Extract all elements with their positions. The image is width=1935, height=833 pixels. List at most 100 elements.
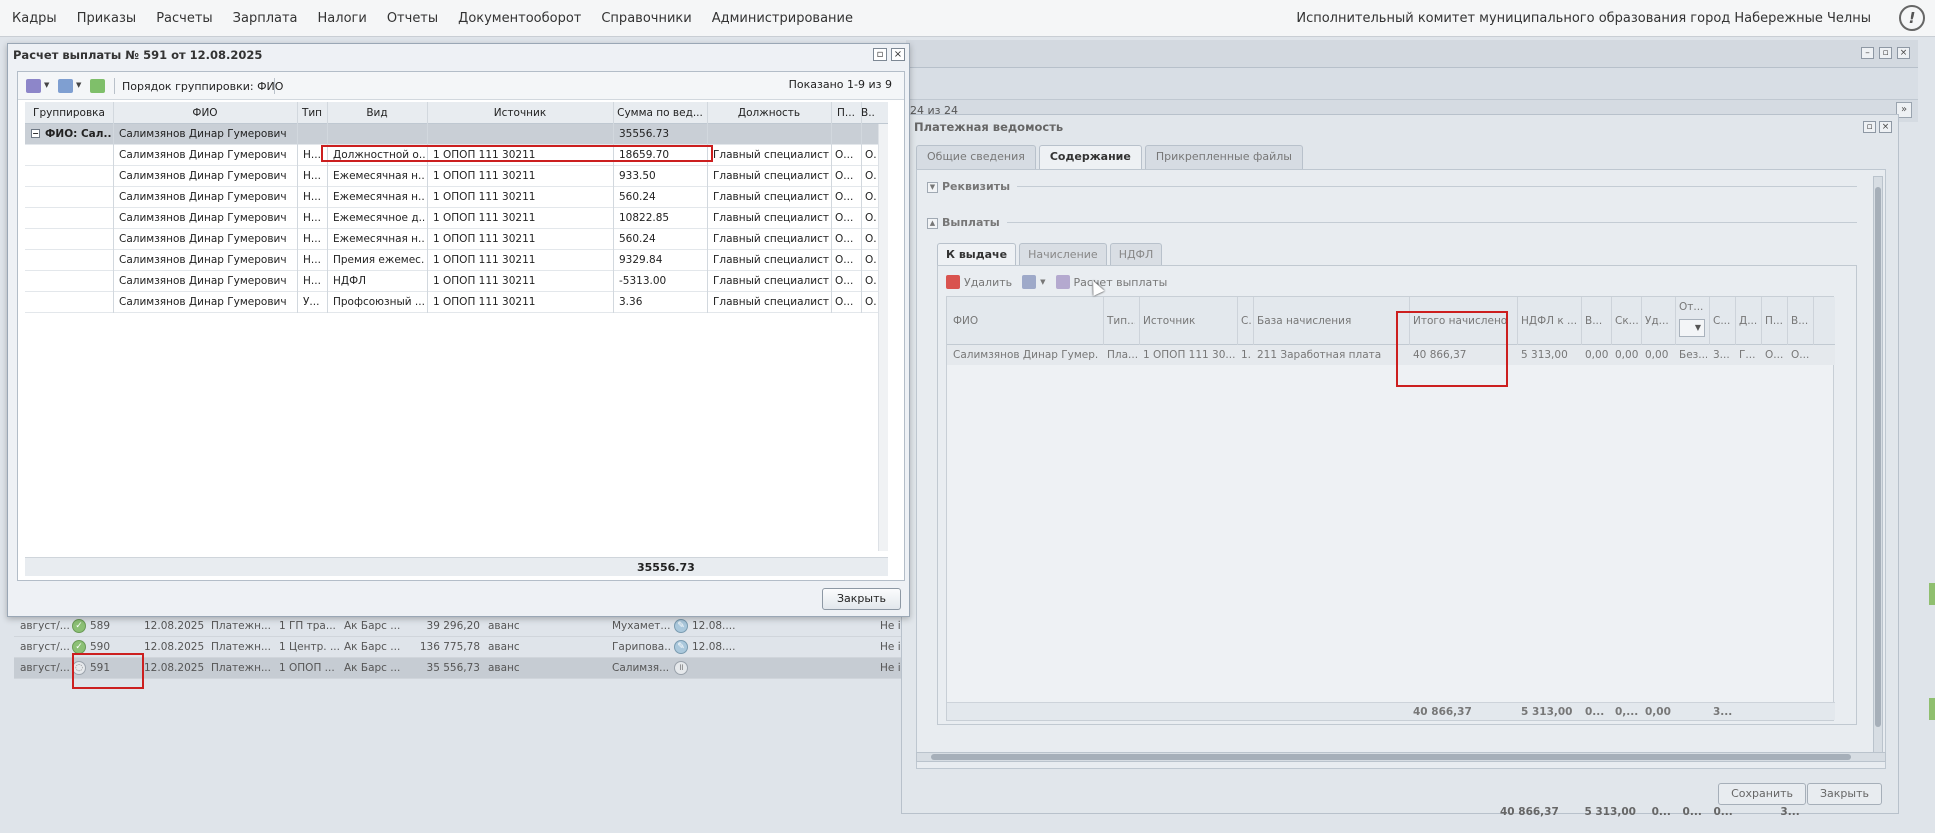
table-row[interactable]: Салимзянов Динар Гумерович Н... Ежемесяч… (25, 187, 888, 208)
refresh-icon[interactable] (90, 79, 105, 93)
tab-to-issue[interactable]: К выдаче (937, 243, 1017, 265)
gear-icon[interactable] (26, 79, 41, 93)
scrollbar-thumb[interactable] (1875, 187, 1881, 727)
close-button[interactable]: Закрыть (1807, 783, 1882, 805)
maximize-icon[interactable]: ▫ (1863, 121, 1876, 133)
divider (831, 145, 832, 166)
chevron-down-icon[interactable]: ▼ (44, 81, 49, 89)
table-row[interactable]: Салимзянов Динар Гумерович Н... Ежемесяч… (25, 208, 888, 229)
gear-icon[interactable] (1022, 275, 1037, 289)
table-row[interactable]: Салимзянов Динар Гумерович У... Профсоюз… (25, 292, 888, 313)
table-row[interactable]: Салимзянов Динар Гумер... Пла... 1 ОПОП … (947, 345, 1835, 365)
col-fio[interactable]: ФИО (113, 107, 297, 119)
menu-item-raschety[interactable]: Расчеты (156, 11, 212, 26)
tab-accrual[interactable]: Начисление (1019, 243, 1107, 265)
cell-date: 12.08.2025 (144, 641, 205, 653)
menu-item-spravochniki[interactable]: Справочники (601, 11, 691, 26)
save-button[interactable]: Сохранить (1718, 783, 1806, 805)
table-row[interactable]: август/... ✓ 589 12.08.2025 Платежн... 1… (14, 616, 906, 637)
filter-dropdown[interactable]: ▼ (1679, 319, 1705, 337)
section-requisites[interactable]: ▼ Реквизиты (927, 180, 1010, 193)
dialog-toolbar: ▼ ▼ Порядок группировки: ФИО Показано 1-… (18, 72, 904, 100)
group-row[interactable]: − ФИО: Сал... Салимзянов Динар Гумерович… (25, 124, 888, 145)
tab-ndfl[interactable]: НДФЛ (1109, 243, 1163, 265)
col-source[interactable]: Источник (1143, 315, 1233, 327)
section-payments[interactable]: ▲ Выплаты (927, 216, 1000, 229)
col-fio[interactable]: ФИО (953, 315, 1073, 327)
cell-fio: Салимзянов Динар Гумерович (119, 233, 287, 245)
sigma-icon[interactable] (1055, 275, 1070, 289)
close-icon[interactable]: × (1897, 47, 1910, 59)
col-v[interactable]: В... (861, 107, 875, 119)
tab-general[interactable]: Общие сведения (916, 145, 1036, 169)
chevron-up-icon[interactable]: ▲ (927, 217, 938, 229)
col-kind[interactable]: Вид (327, 107, 427, 119)
cell-sum: 560.24 (619, 233, 656, 245)
table-row[interactable]: Салимзянов Динар Гумерович Н... Премия е… (25, 250, 888, 271)
table-row[interactable]: Салимзянов Динар Гумерович Н... Ежемесяч… (25, 229, 888, 250)
table-row[interactable]: Салимзянов Динар Гумерович Н... Должност… (25, 145, 888, 166)
horizontal-scrollbar[interactable] (916, 752, 1886, 762)
table-row[interactable]: Салимзянов Динар Гумерович Н... Ежемесяч… (25, 166, 888, 187)
close-button[interactable]: Закрыть (822, 588, 901, 610)
col-s[interactable]: С. (1241, 315, 1251, 327)
vertical-scrollbar[interactable] (1873, 176, 1883, 756)
col-p[interactable]: П... (1765, 315, 1783, 327)
menu-item-nalogi[interactable]: Налоги (318, 11, 367, 26)
col-d[interactable]: Д... (1739, 315, 1757, 327)
minimize-icon[interactable]: – (1861, 47, 1874, 59)
chevron-down-icon[interactable]: ▼ (927, 181, 938, 193)
divider (114, 78, 115, 94)
info-icon[interactable]: ! (1899, 5, 1925, 31)
menu-item-prikazy[interactable]: Приказы (77, 11, 136, 26)
menu-item-dokumentooborot[interactable]: Документооборот (458, 11, 581, 26)
table-row[interactable]: Салимзянов Динар Гумерович Н... НДФЛ 1 О… (25, 271, 888, 292)
grouping-order[interactable]: Порядок группировки: ФИО (122, 80, 283, 93)
col-ud[interactable]: Уд... (1645, 315, 1671, 327)
chevron-down-icon[interactable]: ▼ (76, 81, 81, 89)
tab-content[interactable]: Содержание (1038, 145, 1142, 169)
menu-item-kadry[interactable]: Кадры (12, 11, 57, 26)
col-grouping[interactable]: Группировка (25, 107, 113, 119)
menu-item-zarplata[interactable]: Зарплата (233, 11, 298, 26)
col-v2[interactable]: В... (1791, 315, 1809, 327)
divider (831, 124, 832, 145)
col-base[interactable]: База начисления (1257, 315, 1367, 327)
list-icon[interactable] (58, 79, 73, 93)
sum-s2: 3... (1713, 706, 1733, 718)
vertical-scrollbar[interactable] (878, 124, 888, 551)
col-ndfl[interactable]: НДФЛ к ... (1521, 315, 1577, 327)
col-ot[interactable]: От... (1679, 301, 1707, 313)
table-row-selected[interactable]: август/... ◌ 591 12.08.2025 Платежн... 1… (14, 658, 906, 679)
group-label: ФИО: Сал... (45, 128, 111, 140)
close-icon[interactable]: × (891, 48, 905, 61)
menu-item-administrirovanie[interactable]: Администрирование (712, 11, 853, 26)
collapse-icon[interactable]: − (31, 129, 40, 138)
col-type[interactable]: Тип... (1107, 315, 1135, 327)
divider (613, 187, 614, 208)
close-icon[interactable]: × (1879, 121, 1892, 133)
payments-toolbar: Удалить ▼ Расчет выплаты (946, 272, 1167, 292)
delete-icon[interactable] (946, 275, 960, 289)
col-position[interactable]: Должность (707, 107, 831, 119)
col-v[interactable]: В... (1585, 315, 1609, 327)
maximize-icon[interactable]: ▫ (873, 48, 887, 61)
col-source[interactable]: Источник (427, 107, 613, 119)
cell-fio: Салимзянов Динар Гумерович (119, 275, 287, 287)
col-sum[interactable]: Сумма по вед... (613, 107, 707, 119)
table-row[interactable]: август/... ✓ 590 12.08.2025 Платежн... 1… (14, 637, 906, 658)
col-total-accrued[interactable]: Итого начислено (1413, 315, 1513, 327)
cell-type: Платежн... (211, 620, 271, 632)
divider (1611, 297, 1612, 345)
divider (297, 229, 298, 250)
col-type[interactable]: Тип (297, 107, 327, 119)
delete-button[interactable]: Удалить (964, 276, 1012, 289)
chevron-down-icon[interactable]: ▼ (1040, 278, 1045, 286)
restore-icon[interactable]: ▫ (1879, 47, 1892, 59)
tab-attachments[interactable]: Прикрепленные файлы (1144, 145, 1303, 169)
col-p[interactable]: П... (831, 107, 861, 119)
menu-item-otchety[interactable]: Отчеты (387, 11, 438, 26)
col-s2[interactable]: С... (1713, 315, 1731, 327)
col-sk[interactable]: Ск... (1615, 315, 1639, 327)
scrollbar-thumb[interactable] (931, 754, 1851, 760)
